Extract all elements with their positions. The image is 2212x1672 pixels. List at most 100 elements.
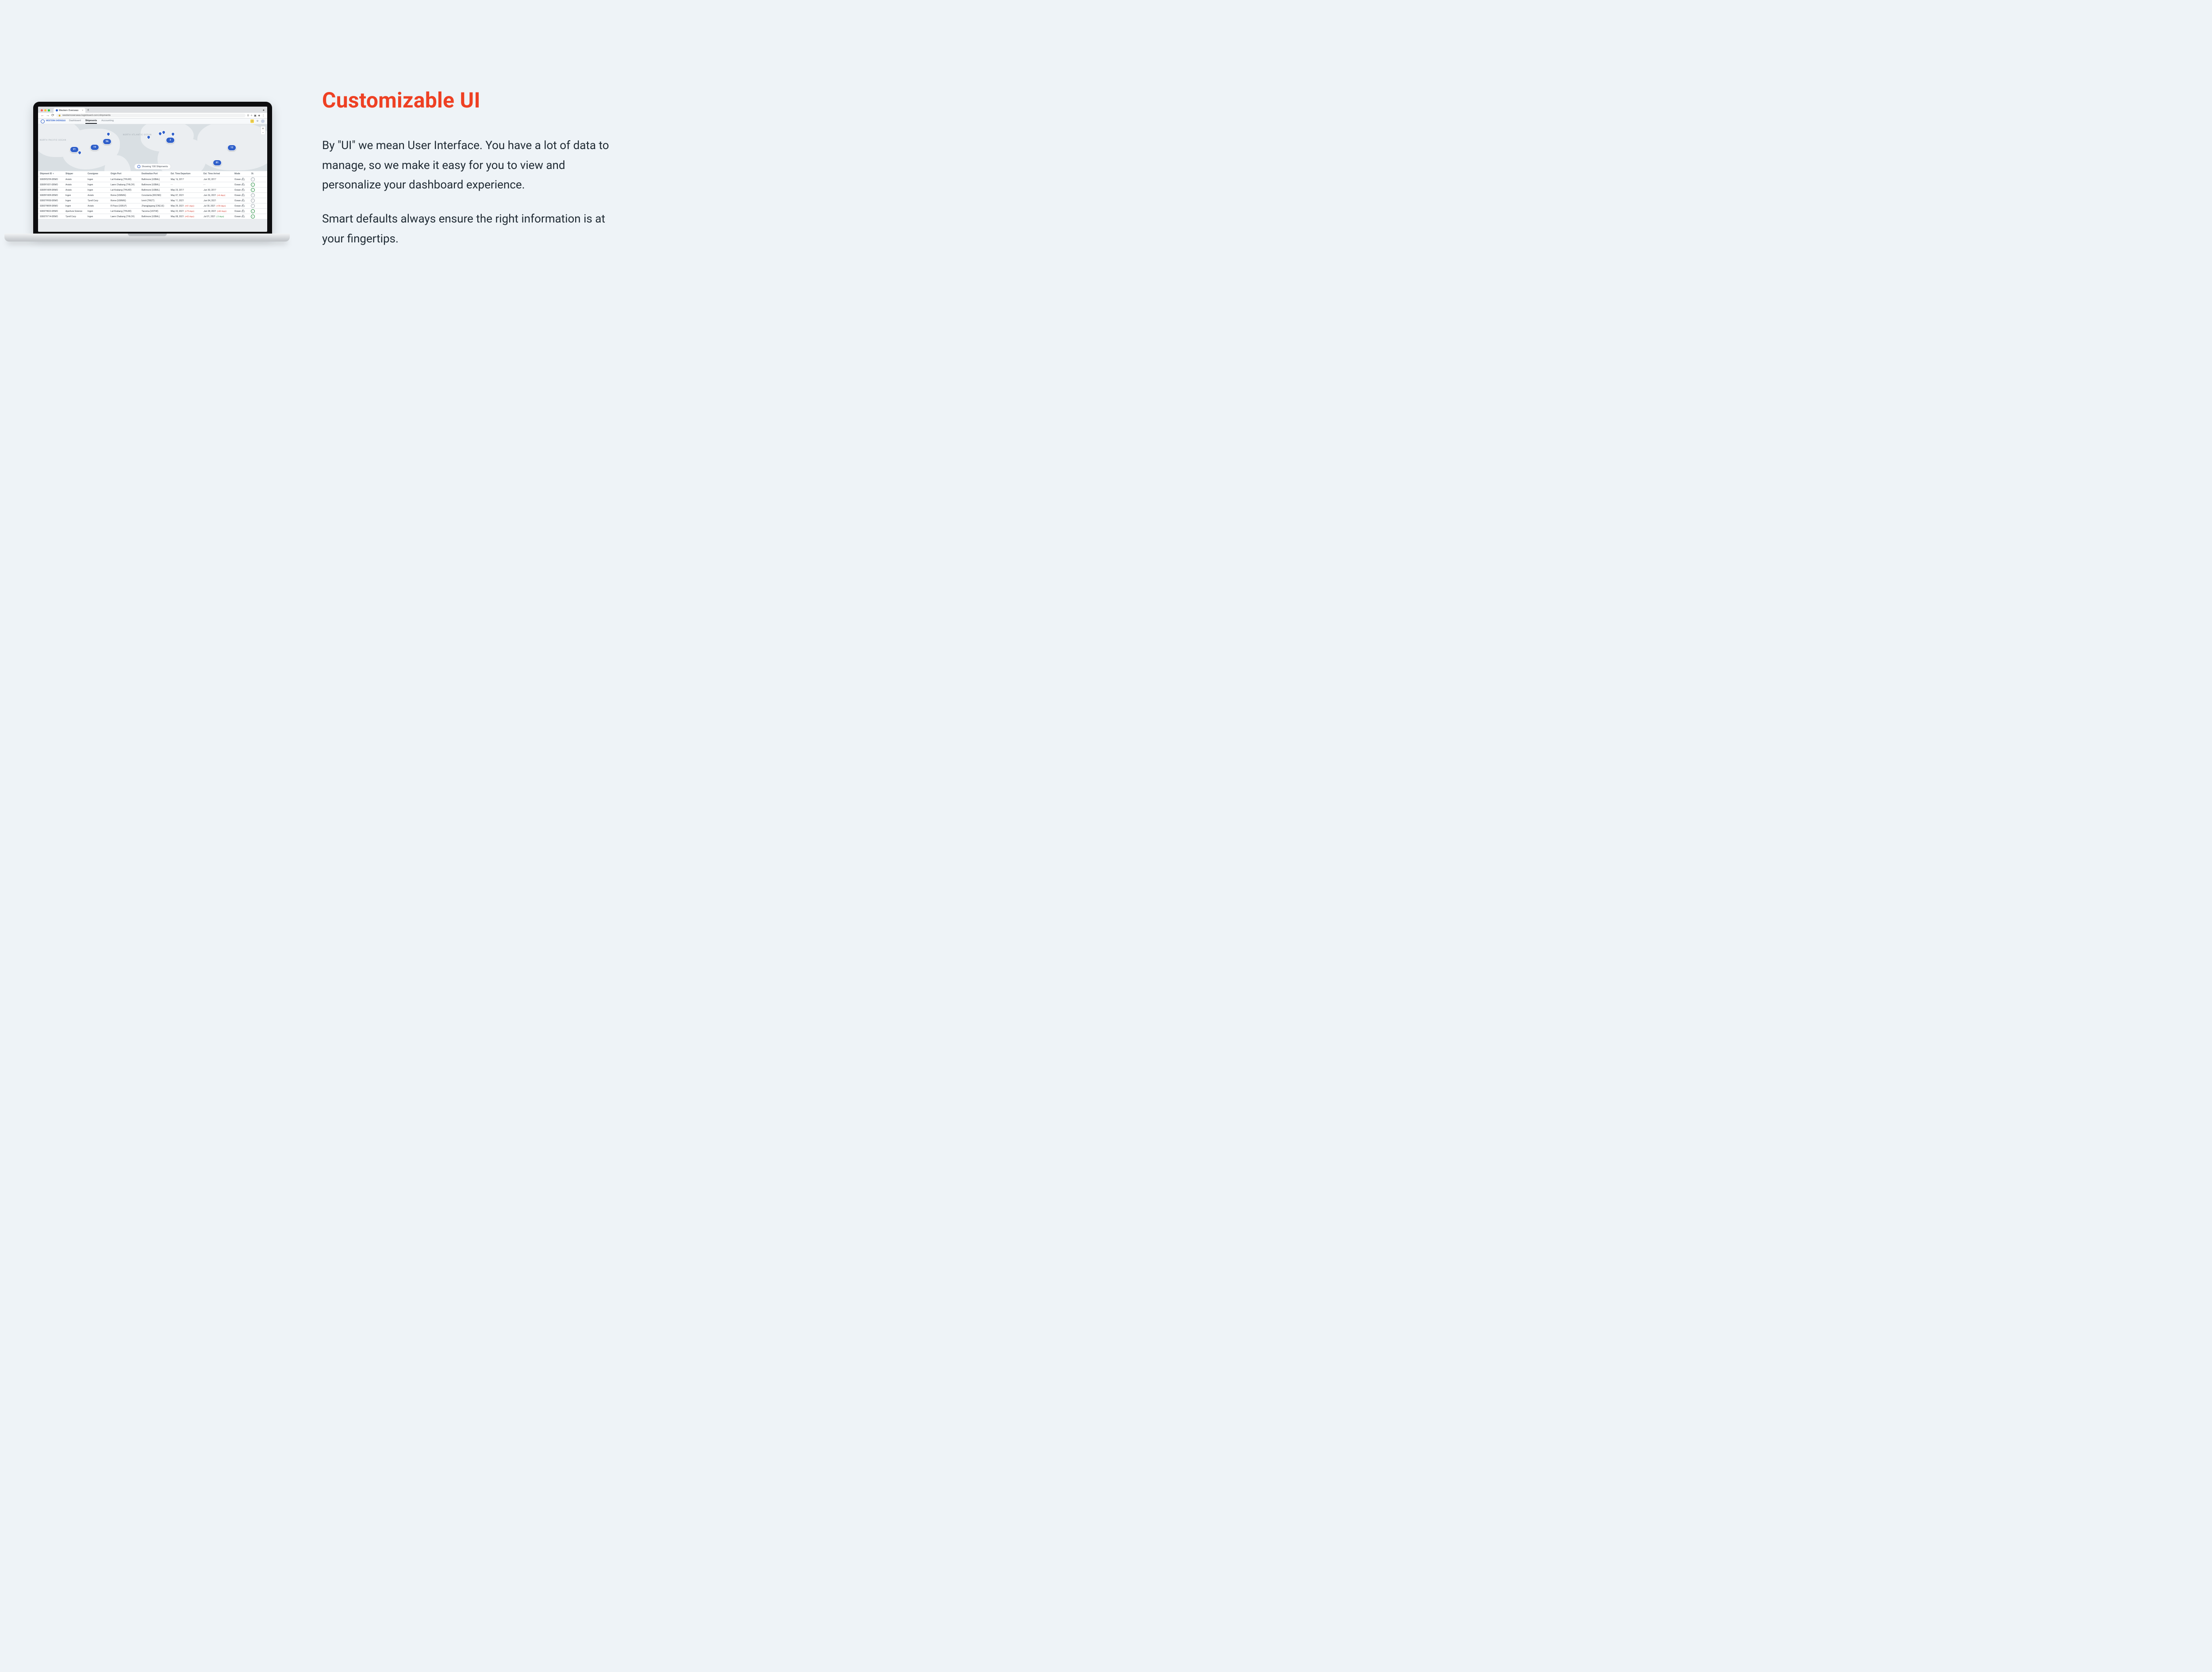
cell-etd: May 16, 2017 bbox=[171, 178, 202, 181]
profile-icon[interactable]: ☻ bbox=[258, 114, 261, 117]
brand-logo-icon bbox=[41, 119, 45, 123]
table-row[interactable]: S00095259-DEMOAviatoIngenLat Krabang (TH… bbox=[38, 177, 267, 182]
laptop-base bbox=[4, 234, 290, 242]
map-cluster-bubble[interactable]: 56 bbox=[103, 138, 111, 145]
col-shipment-id[interactable]: Shipment ID▾ bbox=[40, 173, 64, 175]
status-ok-icon: ✓ bbox=[251, 183, 255, 187]
col-origin-port[interactable]: Origin Port bbox=[111, 173, 140, 175]
cell-destination-port: Zhangjiagang (CNZJG) bbox=[142, 205, 169, 207]
ship-icon: ⛴ bbox=[241, 183, 245, 186]
browser-tab[interactable]: Western Overseas × bbox=[54, 108, 85, 113]
laptop-screen: Western Overseas × + ● ← → ⟳ 🔒 westernov… bbox=[38, 107, 267, 232]
cell-origin-port: Rome (USRMG) bbox=[111, 199, 140, 202]
new-tab-button[interactable]: + bbox=[87, 108, 89, 112]
cell-destination-port: Constanta (ROCND) bbox=[142, 194, 169, 197]
zoom-out-button[interactable]: − bbox=[261, 130, 265, 134]
table-row[interactable]: S00079714-DEMOTyrell CorpIngenLaem Chaba… bbox=[38, 214, 267, 219]
cell-destination-port: Baltimore (USBAL) bbox=[142, 184, 169, 186]
cell-eta: Jun 26, 2021(+6 days) bbox=[204, 194, 233, 197]
table-row[interactable]: S00091831-DEMOAviatoIngenLaem Chabang (T… bbox=[38, 182, 267, 188]
cell-status: ✓ bbox=[250, 188, 256, 192]
col-etd[interactable]: Est. Time Departure bbox=[171, 173, 202, 175]
map-cluster-bubble[interactable]: 3 bbox=[166, 137, 175, 143]
brand-name: WESTERN OVERSEAS bbox=[46, 120, 65, 123]
close-icon[interactable] bbox=[41, 109, 43, 111]
search-icon[interactable]: ⚲ bbox=[247, 114, 249, 117]
browser-tab-title: Western Overseas bbox=[59, 109, 78, 112]
ship-icon: ⛴ bbox=[241, 210, 245, 213]
cell-mode: Ocean ⛴ bbox=[234, 188, 248, 192]
cell-shipment-id: S00091809-DEMO bbox=[40, 189, 64, 192]
table-row[interactable]: S00079859-DEMOIngenAviatoEl Paso (USELP)… bbox=[38, 203, 267, 209]
table-row[interactable]: S00079822-DEMOAperture ScienceIngenLat K… bbox=[38, 209, 267, 214]
window-controls[interactable] bbox=[41, 109, 50, 111]
cell-mode: Ocean ⛴ bbox=[234, 199, 248, 202]
cell-destination-port: Tacoma (USTIW) bbox=[142, 210, 169, 213]
cell-consignee: Ingen bbox=[88, 215, 109, 218]
laptop-mockup: Western Overseas × + ● ← → ⟳ 🔒 westernov… bbox=[4, 102, 290, 261]
app-tabs: Dashboard Shipments Accounting bbox=[69, 119, 114, 124]
zoom-in-button[interactable]: + bbox=[261, 127, 265, 130]
tab-close-icon[interactable]: × bbox=[82, 109, 83, 112]
status-info-icon: i bbox=[251, 199, 255, 203]
cell-origin-port: Rome (USRMG) bbox=[111, 194, 140, 197]
help-icon[interactable]: ⚠ bbox=[250, 119, 254, 123]
col-destination-port[interactable]: Destination Port bbox=[142, 173, 169, 175]
ship-icon: ⛴ bbox=[241, 188, 245, 192]
table-row[interactable]: S00079950-DEMOIngenTyrell CorpRome (USRM… bbox=[38, 198, 267, 203]
settings-icon[interactable]: ⚙ bbox=[256, 119, 259, 123]
minimize-icon[interactable] bbox=[44, 109, 46, 111]
cell-shipment-id: S00079950-DEMO bbox=[40, 199, 64, 202]
window-menu-icon[interactable]: ● bbox=[263, 108, 265, 112]
col-status[interactable]: St. bbox=[250, 173, 256, 175]
ship-icon: ⛴ bbox=[241, 178, 245, 181]
cell-consignee: Ingen bbox=[88, 189, 109, 192]
status-ok-icon: ✓ bbox=[251, 188, 255, 192]
tab-dashboard[interactable]: Dashboard bbox=[69, 119, 81, 124]
status-info-icon: i bbox=[251, 177, 255, 181]
address-bar[interactable]: 🔒 westernoverseas.logixboard.com/shipmen… bbox=[56, 114, 246, 117]
tab-shipments[interactable]: Shipments bbox=[85, 119, 97, 124]
cast-icon[interactable]: ▣ bbox=[254, 114, 257, 117]
cell-eta: - - bbox=[204, 184, 233, 186]
tab-accounting[interactable]: Accounting bbox=[101, 119, 114, 124]
extensions-icon[interactable]: ✧ bbox=[250, 114, 253, 117]
table-header-row: Shipment ID▾ Shipper Consignee Origin Po… bbox=[38, 171, 267, 177]
cell-status: ✓ bbox=[250, 215, 256, 219]
cell-etd: - - bbox=[171, 184, 202, 186]
cell-origin-port: Lat Krabang (THLKR) bbox=[111, 178, 140, 181]
kebab-menu-icon[interactable]: ⋮ bbox=[262, 114, 265, 117]
table-row[interactable]: S00091809-DEMOAviatoIngenLat Krabang (TH… bbox=[38, 188, 267, 193]
col-consignee[interactable]: Consignee bbox=[88, 173, 109, 175]
cell-origin-port: Laem Chabang (THLCH) bbox=[111, 184, 140, 186]
cell-destination-port: Baltimore (USBAL) bbox=[142, 178, 169, 181]
map-cluster-bubble[interactable]: 81 bbox=[213, 160, 222, 166]
ship-icon: ⛴ bbox=[241, 215, 245, 218]
col-mode[interactable]: Mode bbox=[234, 173, 248, 175]
maximize-icon[interactable] bbox=[48, 109, 50, 111]
forward-button[interactable]: → bbox=[46, 114, 50, 117]
cell-shipper: Ingen bbox=[65, 199, 86, 202]
lock-icon: 🔒 bbox=[58, 114, 61, 117]
reload-button[interactable]: ⟳ bbox=[51, 114, 54, 117]
cell-shipment-id: S00079859-DEMO bbox=[40, 205, 64, 207]
cell-shipment-id: S00091831-DEMO bbox=[40, 184, 64, 186]
map-zoom-controls: + − bbox=[261, 126, 265, 135]
avatar[interactable] bbox=[261, 119, 265, 123]
back-button[interactable]: ← bbox=[41, 114, 44, 117]
col-shipper[interactable]: Shipper bbox=[65, 173, 86, 175]
table-row[interactable]: S00091809-DEMOIngenAviatoRome (USRMG)Con… bbox=[38, 193, 267, 198]
cell-origin-port: Lat Krabang (THLKR) bbox=[111, 189, 140, 192]
cell-shipment-id: S00079714-DEMO bbox=[40, 215, 64, 218]
cell-etd: May 29, 2021(+61 days) bbox=[171, 205, 202, 207]
cell-eta: Jun 28, 2021(+62 days) bbox=[204, 210, 233, 213]
map-cluster-bubble[interactable]: 19 bbox=[90, 144, 99, 150]
slide-title: Customizable UI bbox=[322, 88, 614, 113]
brand[interactable]: WESTERN OVERSEAS bbox=[41, 119, 65, 123]
map-count-label: Showing 100 Shipments bbox=[142, 165, 168, 168]
cell-consignee: Tyrell Corp bbox=[88, 199, 109, 202]
map-cluster-bubble[interactable]: 12 bbox=[227, 145, 236, 151]
col-eta[interactable]: Est. Time Arrival bbox=[204, 173, 233, 175]
shipments-map[interactable]: North Pacific Ocean North Atlantic Ocean… bbox=[38, 124, 267, 171]
slide: Customizable UI By "UI" we mean User Int… bbox=[0, 0, 644, 361]
